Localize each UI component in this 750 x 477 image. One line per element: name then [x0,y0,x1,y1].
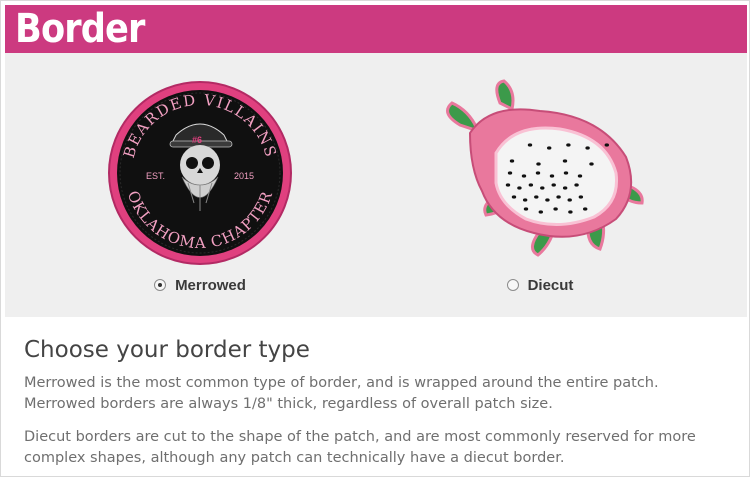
diecut-radio-row[interactable]: Diecut [430,275,650,295]
seed-dot [522,198,528,202]
merrowed-label[interactable]: Merrowed [175,277,246,294]
section-banner: Border [5,5,747,53]
seed-dot [527,143,533,147]
option-diecut[interactable]: Diecut [430,53,650,317]
seed-dot [507,171,513,175]
seed-dot [562,186,568,190]
seed-dot [538,210,543,214]
merrowed-radio-row[interactable]: Merrowed [90,275,310,295]
seed-dot [549,174,555,178]
seed-dot [578,195,584,199]
description-heading: Choose your border type [24,337,310,363]
seed-dot [556,195,561,199]
seed-dot [567,198,572,202]
seed-dot [511,195,517,199]
seed-dot [534,195,539,199]
seed-dot [540,186,545,190]
seed-dot [566,143,571,147]
seed-dot [528,183,534,187]
border-selector-card: Border BEARDED VILLAINS OKLAHOMA CHAPTER [0,0,750,477]
merrowed-description: Merrowed is the most common type of bord… [24,375,659,412]
seed-dot [562,159,568,163]
section-title: Border [15,6,145,52]
diecut-label[interactable]: Diecut [528,277,574,294]
seed-dot [547,146,552,150]
seed-dot [505,183,511,187]
seed-dot [583,207,588,211]
option-merrowed[interactable]: BEARDED VILLAINS OKLAHOMA CHAPTER #6 EST… [90,53,310,317]
seed-dot [517,186,522,190]
seed-dot [563,171,569,175]
seed-dot [585,146,590,150]
patch-cap-text: #6 [192,135,202,145]
diecut-description: Diecut borders are cut to the shape of t… [24,429,696,466]
patch-est-text: EST. [146,171,165,181]
seed-dot [574,183,579,187]
seed-dot [551,183,556,187]
merrowed-radio[interactable] [154,279,167,291]
seed-dot [589,162,594,166]
seed-dot [523,207,529,211]
diecut-radio[interactable] [506,279,519,291]
seed-dot [535,171,541,175]
seed-dot [577,174,583,178]
seed-dot [545,198,550,202]
diecut-patch-image[interactable] [430,73,650,273]
merrowed-patch-image[interactable]: BEARDED VILLAINS OKLAHOMA CHAPTER #6 EST… [90,73,310,273]
seed-dot [568,210,573,214]
patch-year-text: 2015 [234,171,254,181]
border-options-panel: BEARDED VILLAINS OKLAHOMA CHAPTER #6 EST… [5,53,747,317]
seed-dot [536,162,541,166]
description-section: Choose your border type Merrowed is the … [5,317,747,474]
seed-dot [521,174,527,178]
seed-dot [553,207,558,211]
seed-dot [509,159,515,163]
seed-dot [604,143,609,147]
